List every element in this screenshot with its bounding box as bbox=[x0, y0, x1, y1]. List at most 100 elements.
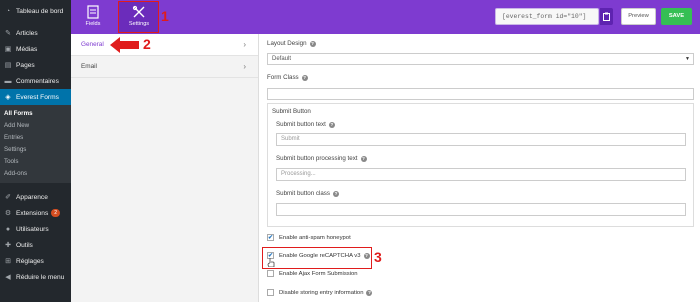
form-class-label: Form Class ? bbox=[267, 74, 308, 81]
layout-design-select[interactable]: Default ▼ bbox=[267, 53, 694, 65]
tab-fields[interactable]: Fields bbox=[73, 2, 113, 32]
chevron-right-icon: › bbox=[243, 40, 246, 49]
ajax-checkbox-row[interactable]: Enable Ajax Form Submission bbox=[267, 270, 358, 277]
menu-everest-forms[interactable]: ◈ Everest Forms bbox=[0, 89, 71, 105]
menu-label: Apparence bbox=[16, 193, 48, 201]
help-icon[interactable]: ? bbox=[309, 40, 316, 47]
help-icon[interactable]: ? bbox=[328, 121, 335, 128]
section-label: Email bbox=[81, 63, 97, 70]
menu-utilisateurs[interactable]: ● Utilisateurs bbox=[0, 221, 71, 237]
collapse-icon: ◀ bbox=[5, 274, 11, 281]
tab-fields-label: Fields bbox=[85, 21, 101, 27]
annotation-number-3: 3 bbox=[374, 249, 382, 265]
label-text: Layout Design bbox=[267, 40, 307, 47]
settings-sections-panel: General › Email › bbox=[71, 34, 259, 302]
submit-text-input[interactable]: Submit bbox=[276, 133, 686, 146]
honeypot-checkbox-row[interactable]: ✔ Enable anti-spam honeypot bbox=[267, 234, 351, 241]
menu-articles[interactable]: ✎ Articles bbox=[0, 25, 71, 41]
brush-icon: ✐ bbox=[5, 194, 11, 201]
submit-class-input[interactable] bbox=[276, 203, 686, 216]
label-text: Submit button class bbox=[276, 190, 330, 197]
annotation-number-1: 1 bbox=[161, 8, 169, 24]
wrench-icon: ✚ bbox=[5, 242, 11, 249]
section-email[interactable]: Email › bbox=[71, 56, 258, 78]
menu-label: Réglages bbox=[16, 257, 44, 265]
menu-label: Tableau de bord bbox=[16, 7, 64, 15]
shortcode-field[interactable]: [everest_form id="10"] bbox=[495, 8, 599, 25]
preview-button[interactable]: Preview bbox=[621, 8, 656, 25]
submit-text-label: Submit button text ? bbox=[276, 121, 335, 128]
disable-entry-checkbox-row[interactable]: Disable storing entry information ? bbox=[267, 289, 373, 296]
annotation-box-recaptcha bbox=[262, 247, 372, 269]
menu-commentaires[interactable]: ▬ Commentaires bbox=[0, 73, 71, 89]
help-icon[interactable]: ? bbox=[360, 155, 367, 162]
annotation-arrow-icon bbox=[110, 37, 139, 53]
comment-icon: ▬ bbox=[4, 77, 12, 85]
menu-label: Médias bbox=[16, 45, 38, 53]
submenu-add-ons[interactable]: Add-ons bbox=[0, 168, 71, 180]
submenu-settings[interactable]: Settings bbox=[0, 144, 71, 156]
menu-medias[interactable]: ▣ Médias bbox=[0, 41, 71, 57]
update-count-badge: 2 bbox=[51, 209, 61, 217]
honeypot-checkbox[interactable]: ✔ bbox=[267, 234, 274, 241]
processing-text-label: Submit button processing text ? bbox=[276, 155, 367, 162]
checkbox-label: Disable storing entry information bbox=[279, 289, 364, 296]
pages-icon: ▤ bbox=[4, 62, 12, 69]
section-label: General bbox=[81, 41, 104, 48]
dropdown-arrow-icon: ▼ bbox=[685, 56, 690, 62]
label-text: Submit button processing text bbox=[276, 155, 358, 162]
help-icon[interactable]: ? bbox=[301, 74, 308, 81]
label-text: Form Class bbox=[267, 74, 299, 81]
submenu-all-forms[interactable]: All Forms bbox=[0, 108, 71, 120]
menu-apparence[interactable]: ✐ Apparence bbox=[0, 189, 71, 205]
menu-extensions[interactable]: ⚙ Extensions 2 bbox=[0, 205, 71, 221]
dashboard-icon: ◔ bbox=[5, 7, 11, 15]
wp-admin-sidebar: ◔ Tableau de bord ✎ Articles ▣ Médias ▤ … bbox=[0, 0, 71, 302]
media-icon: ▣ bbox=[4, 46, 12, 53]
checkbox-label: Enable anti-spam honeypot bbox=[279, 234, 351, 241]
pin-icon: ✎ bbox=[5, 30, 11, 37]
submenu-add-new[interactable]: Add New bbox=[0, 120, 71, 132]
chevron-right-icon: › bbox=[243, 62, 246, 71]
processing-text-input[interactable]: Processing... bbox=[276, 168, 686, 181]
menu-label: Everest Forms bbox=[16, 93, 59, 101]
menu-reglages[interactable]: ⊞ Réglages bbox=[0, 253, 71, 269]
copy-shortcode-button[interactable] bbox=[600, 8, 613, 25]
section-general[interactable]: General › bbox=[71, 34, 258, 56]
menu-dashboard[interactable]: ◔ Tableau de bord bbox=[0, 3, 71, 19]
annotation-number-2: 2 bbox=[143, 36, 151, 52]
help-icon[interactable]: ? bbox=[333, 190, 339, 197]
clipboard-icon bbox=[603, 12, 610, 21]
menu-label: Utilisateurs bbox=[16, 225, 49, 233]
forms-icon: ◈ bbox=[5, 94, 11, 101]
label-text: Submit button text bbox=[276, 121, 326, 128]
checkbox-label: Enable Ajax Form Submission bbox=[279, 270, 358, 277]
menu-label: Commentaires bbox=[16, 77, 59, 85]
submenu-tools[interactable]: Tools bbox=[0, 156, 71, 168]
disable-entry-checkbox[interactable] bbox=[267, 289, 274, 296]
submit-button-section-title: Submit Button bbox=[272, 108, 311, 115]
menu-label: Articles bbox=[16, 29, 38, 37]
menu-label: Extensions bbox=[16, 209, 49, 217]
ajax-checkbox[interactable] bbox=[267, 270, 274, 277]
menu-label: Outils bbox=[16, 241, 33, 249]
plugin-icon: ⚙ bbox=[4, 210, 12, 217]
help-icon[interactable]: ? bbox=[366, 289, 373, 296]
form-class-input[interactable] bbox=[267, 88, 694, 100]
everest-forms-submenu: All Forms Add New Entries Settings Tools… bbox=[0, 105, 71, 183]
menu-collapse[interactable]: ◀ Réduire le menu bbox=[0, 269, 71, 285]
submit-class-label: Submit button class ? bbox=[276, 190, 339, 197]
fields-icon bbox=[87, 5, 99, 19]
layout-design-label: Layout Design ? bbox=[267, 40, 316, 47]
menu-label: Pages bbox=[16, 61, 35, 69]
annotation-box-settings bbox=[118, 1, 159, 33]
save-button[interactable]: SAVE bbox=[661, 8, 692, 25]
users-icon: ● bbox=[5, 225, 11, 233]
menu-pages[interactable]: ▤ Pages bbox=[0, 57, 71, 73]
hand-cursor-icon bbox=[267, 258, 275, 267]
settings-icon: ⊞ bbox=[5, 258, 11, 265]
select-value: Default bbox=[272, 56, 292, 62]
menu-label: Réduire le menu bbox=[16, 273, 65, 281]
submenu-entries[interactable]: Entries bbox=[0, 132, 71, 144]
menu-outils[interactable]: ✚ Outils bbox=[0, 237, 71, 253]
